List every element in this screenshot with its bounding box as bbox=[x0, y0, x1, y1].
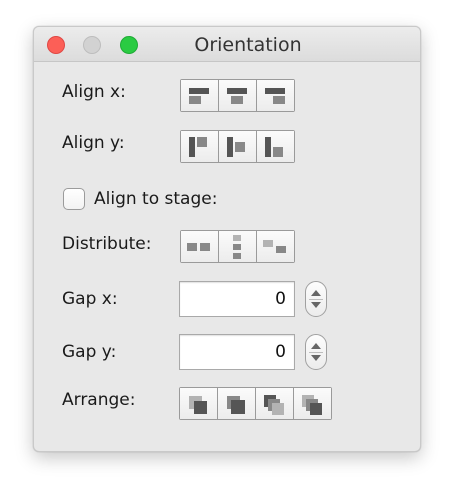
align-y-segmented-control bbox=[180, 130, 295, 163]
align-left-button[interactable] bbox=[181, 80, 219, 111]
gap-y-input[interactable]: 0 bbox=[179, 334, 295, 370]
distribute-vertical-button[interactable] bbox=[219, 231, 257, 262]
align-top-button[interactable] bbox=[181, 131, 219, 162]
align-center-vertical-button[interactable] bbox=[219, 131, 257, 162]
gap-y-label: Gap y: bbox=[62, 342, 117, 362]
stepper-down-icon[interactable] bbox=[311, 302, 321, 308]
align-to-stage-checkbox[interactable] bbox=[63, 188, 85, 210]
stepper-up-icon[interactable] bbox=[311, 343, 321, 349]
gap-x-stepper[interactable] bbox=[305, 281, 327, 317]
stepper-down-icon[interactable] bbox=[311, 355, 321, 361]
align-x-label: Align x: bbox=[62, 82, 126, 102]
align-x-segmented-control bbox=[180, 79, 295, 112]
send-to-back-button[interactable] bbox=[294, 388, 331, 419]
arrange-label: Arrange: bbox=[62, 390, 136, 410]
send-backward-button[interactable] bbox=[256, 388, 294, 419]
distribute-horizontal-button[interactable] bbox=[181, 231, 219, 262]
distribute-stagger-button[interactable] bbox=[257, 231, 294, 262]
distribute-segmented-control bbox=[180, 230, 295, 263]
gap-x-label: Gap x: bbox=[62, 289, 118, 309]
title-bar[interactable]: Orientation bbox=[34, 27, 420, 62]
distribute-label: Distribute: bbox=[62, 234, 152, 254]
align-to-stage-label: Align to stage: bbox=[94, 189, 218, 209]
align-right-button[interactable] bbox=[257, 80, 294, 111]
bring-to-front-button[interactable] bbox=[180, 388, 218, 419]
align-center-horizontal-button[interactable] bbox=[219, 80, 257, 111]
orientation-window: Orientation Align x: Align y: Align to s… bbox=[33, 26, 421, 452]
gap-y-stepper[interactable] bbox=[305, 334, 327, 370]
gap-x-input[interactable]: 0 bbox=[179, 281, 295, 317]
arrange-segmented-control bbox=[179, 387, 332, 420]
window-title: Orientation bbox=[194, 34, 302, 56]
align-bottom-button[interactable] bbox=[257, 131, 294, 162]
align-y-label: Align y: bbox=[62, 133, 125, 153]
bring-forward-button[interactable] bbox=[218, 388, 256, 419]
stepper-up-icon[interactable] bbox=[311, 290, 321, 296]
